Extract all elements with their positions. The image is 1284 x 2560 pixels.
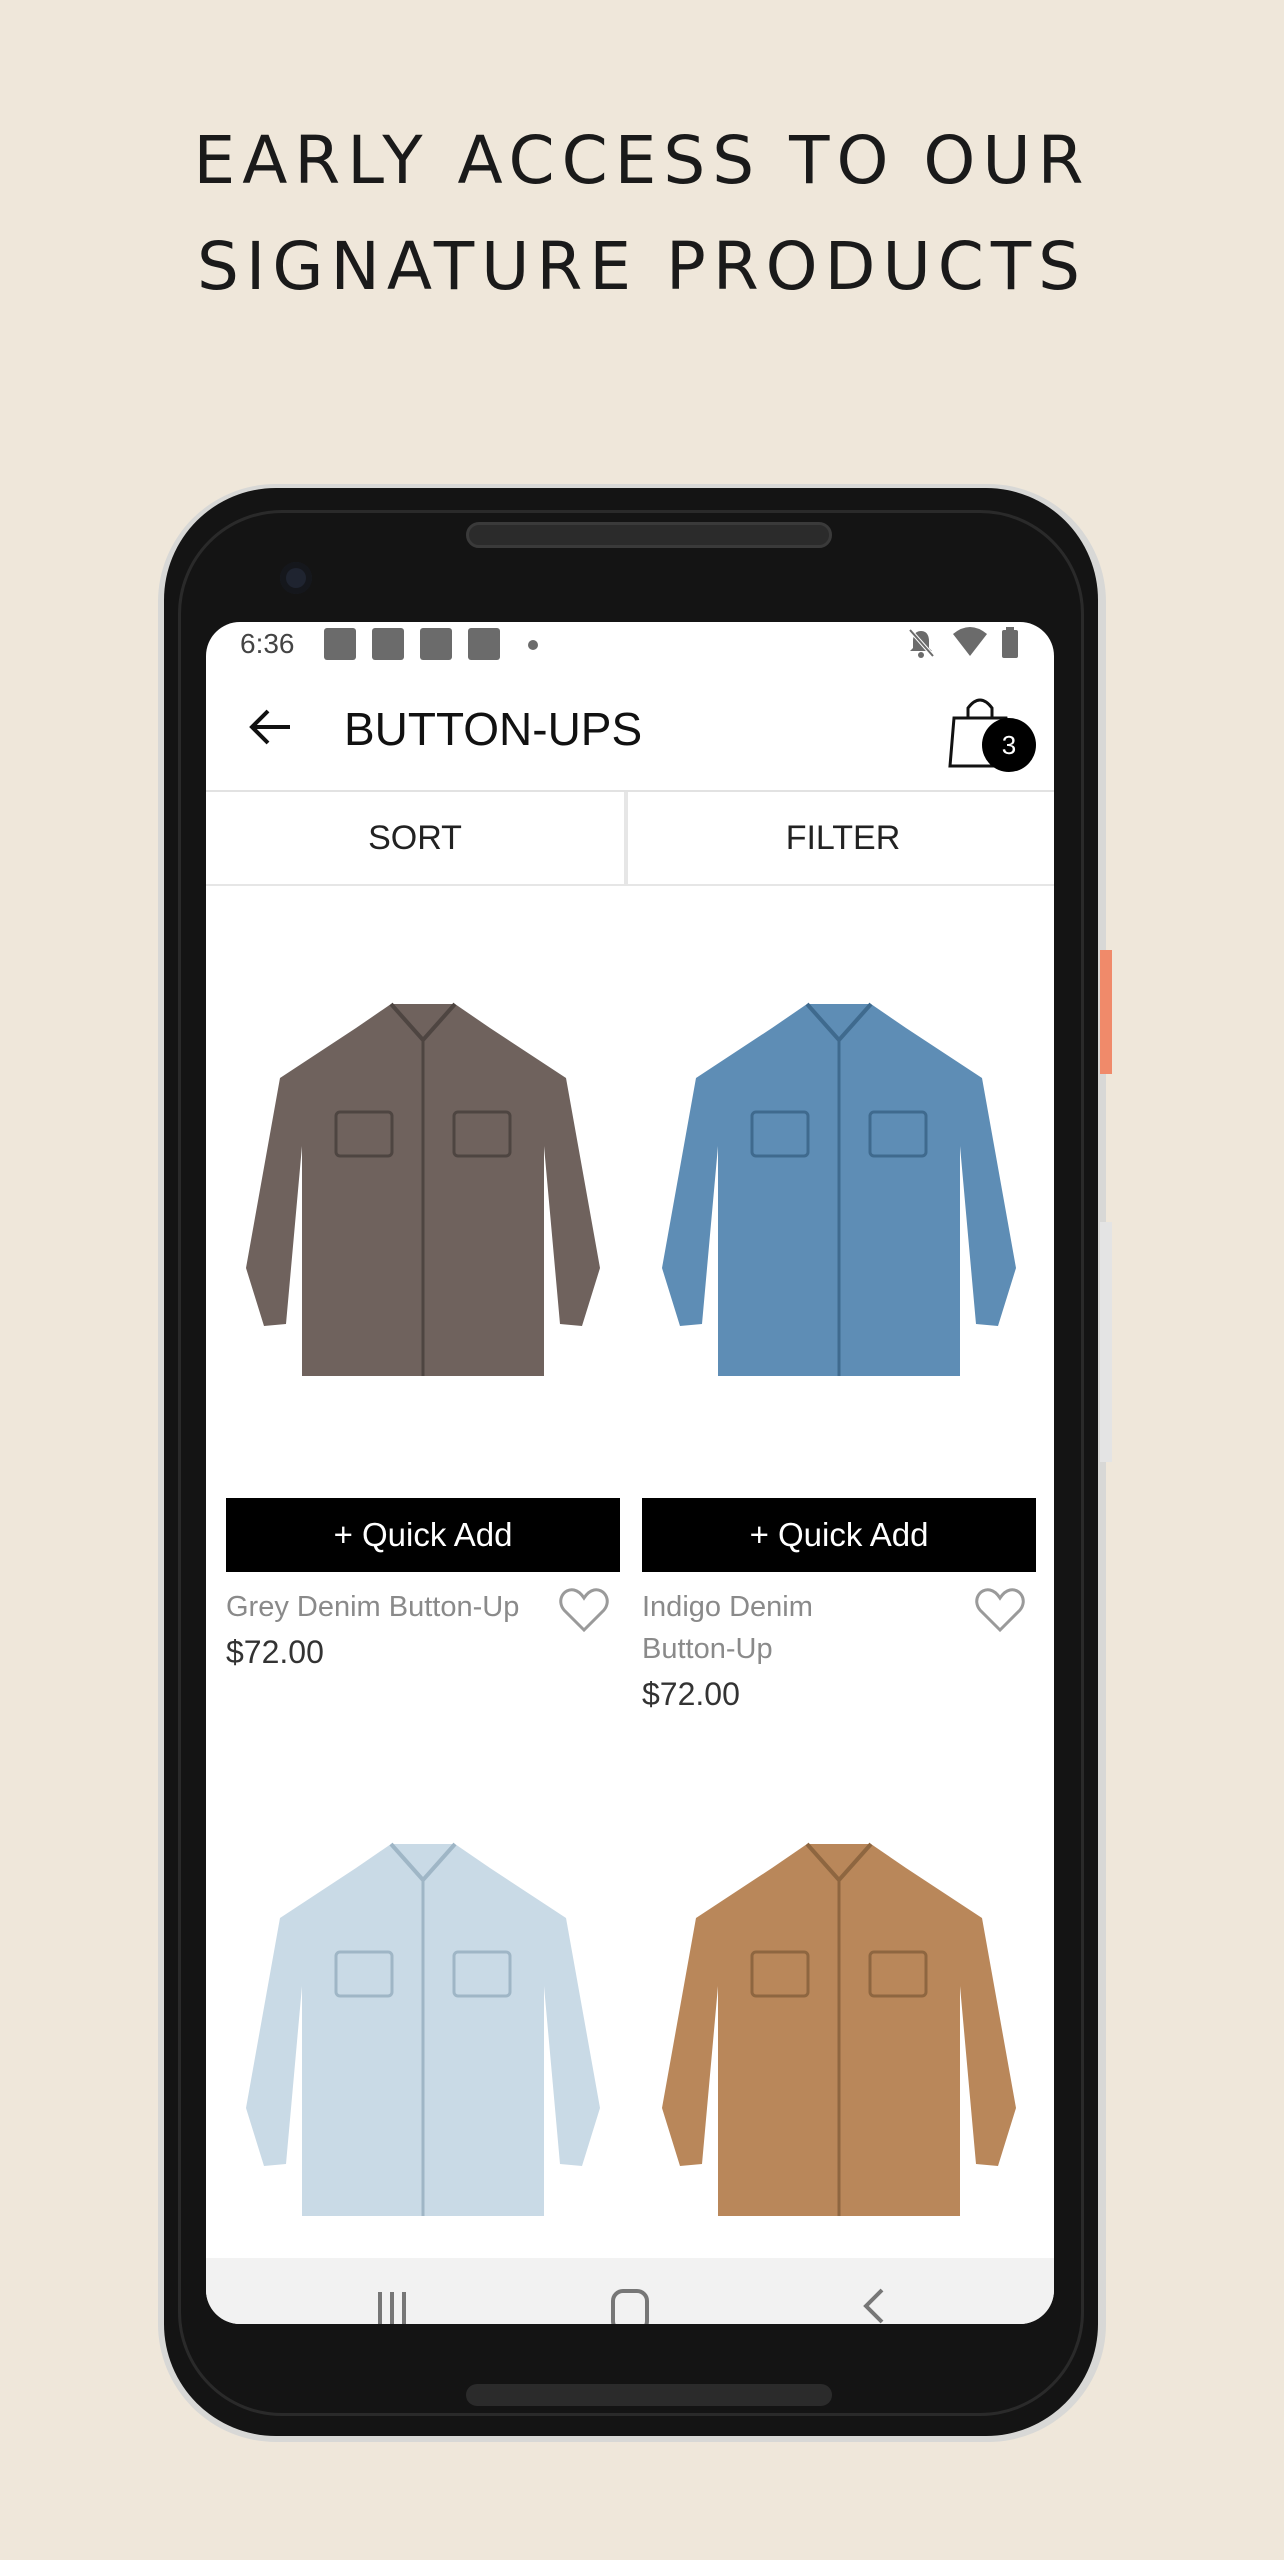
- recent-apps-icon[interactable]: [374, 2288, 410, 2324]
- quick-add-button[interactable]: + Quick Add: [642, 1498, 1036, 1572]
- product-price: $72.00: [226, 1634, 324, 1670]
- product-name-line-1: Indigo Denim: [642, 1591, 813, 1623]
- app-bar: BUTTON-UPS 3: [206, 668, 1054, 792]
- phone-screen: 6:36 BUTTON-UPS 3 SORT FILTER + Quick Ad…: [206, 622, 1054, 2324]
- top-speaker: [466, 522, 832, 548]
- promo-headline: EARLY ACCESS TO OUR SIGNATURE PRODUCTS: [0, 108, 1284, 320]
- page-title: BUTTON-UPS: [344, 703, 643, 755]
- sort-filter-bar: SORT FILTER: [206, 792, 1054, 886]
- notification-square-icon: [468, 628, 500, 660]
- product-image[interactable]: [226, 1748, 620, 2268]
- promo-headline-line-1: EARLY ACCESS TO OUR: [193, 122, 1091, 199]
- more-notifications-dot-icon: [528, 640, 538, 650]
- volume-button: [1100, 1222, 1112, 1462]
- sort-button[interactable]: SORT: [206, 792, 628, 884]
- battery-icon: [1002, 627, 1018, 658]
- notification-square-icon: [372, 628, 404, 660]
- shirt-graphic: [246, 1002, 600, 1376]
- bell-off-icon: [908, 628, 935, 658]
- status-time: 6:36: [240, 628, 295, 659]
- filter-button[interactable]: FILTER: [632, 792, 1054, 884]
- product-card-indigo-denim[interactable]: [642, 908, 1036, 1428]
- back-icon[interactable]: [858, 2288, 888, 2324]
- promo-headline-line-2: SIGNATURE PRODUCTS: [196, 228, 1088, 305]
- product-name[interactable]: Grey Denim Button-Up: [226, 1586, 519, 1628]
- system-nav-bar: [206, 2258, 1054, 2324]
- shirt-graphic: [246, 1842, 600, 2216]
- cart-count-badge[interactable]: 3: [982, 718, 1036, 772]
- product-name[interactable]: Indigo Denim Button-Up: [642, 1586, 813, 1670]
- product-image[interactable]: [642, 908, 1036, 1428]
- bottom-speaker: [466, 2384, 832, 2406]
- product-card-grey-denim[interactable]: [226, 908, 620, 1428]
- quick-add-button[interactable]: + Quick Add: [226, 1498, 620, 1572]
- heart-icon[interactable]: [974, 1586, 1026, 1634]
- status-bar: 6:36: [206, 622, 1054, 668]
- arrow-left-icon[interactable]: [238, 694, 304, 760]
- product-image[interactable]: [642, 1748, 1036, 2268]
- shirt-graphic: [662, 1002, 1016, 1376]
- product-card-light-denim[interactable]: [226, 1748, 620, 2268]
- shirt-graphic: [662, 1842, 1016, 2216]
- notification-square-icon: [324, 628, 356, 660]
- heart-icon[interactable]: [558, 1586, 610, 1634]
- product-price: $72.00: [642, 1676, 740, 1712]
- wifi-icon: [953, 627, 987, 656]
- product-name-line-2: Button-Up: [642, 1633, 773, 1665]
- product-image[interactable]: [226, 908, 620, 1428]
- product-card-tan[interactable]: [642, 1748, 1036, 2268]
- front-camera: [280, 562, 312, 594]
- home-icon[interactable]: [610, 2288, 650, 2324]
- notification-square-icon: [420, 628, 452, 660]
- power-button: [1100, 950, 1112, 1074]
